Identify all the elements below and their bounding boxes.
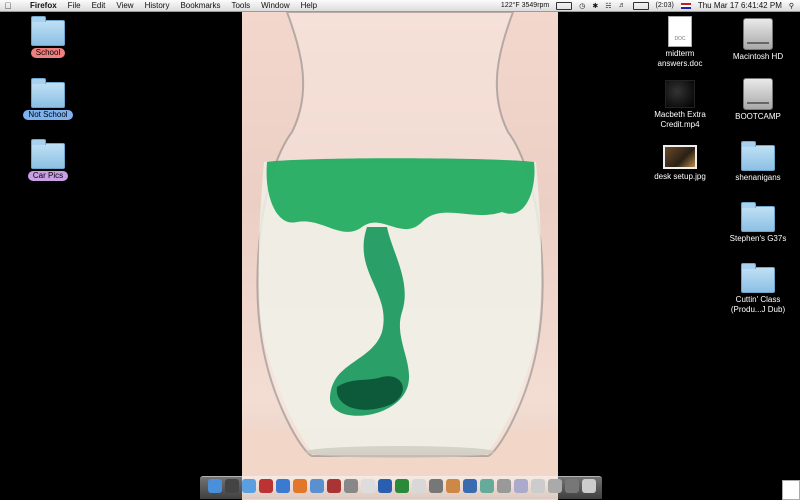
preview-icon[interactable] (344, 479, 358, 493)
document-icon[interactable] (782, 480, 800, 500)
folder-not-school[interactable]: Not School (0, 78, 98, 120)
folder-car-pics[interactable]: Car Pics (0, 139, 98, 181)
system-prefs-icon[interactable] (497, 479, 511, 493)
photo-booth-icon[interactable] (327, 479, 341, 493)
folder-icon (31, 78, 65, 108)
doc-type-text: DOC (674, 36, 686, 42)
doc-icon: DOC (668, 16, 692, 47)
menu-view[interactable]: View (116, 1, 133, 10)
quicktime-icon[interactable] (463, 479, 477, 493)
folder-label: School (30, 48, 66, 58)
folder-cuttin-class[interactable]: Cuttin' Class (Produ...J Dub) (708, 263, 800, 315)
time-machine-icon[interactable]: ◷ (579, 2, 585, 10)
ichat-icon[interactable] (242, 479, 256, 493)
folder-label: Car Pics (27, 171, 69, 181)
temperature-readout[interactable]: 122°F 3549rpm (501, 2, 549, 9)
drive-label: BOOTCAMP (735, 112, 781, 121)
documents-icon[interactable] (531, 479, 545, 493)
desktop-wallpaper (242, 12, 558, 500)
iphoto-icon[interactable] (480, 479, 494, 493)
garageband-icon[interactable] (446, 479, 460, 493)
battery-time[interactable]: (2:03) (656, 2, 674, 9)
folder-icon (741, 141, 775, 171)
safari-icon[interactable] (276, 479, 290, 493)
folder-label: shenanigans (735, 173, 781, 182)
volume-icon[interactable]: ♬ (619, 2, 626, 9)
spotlight-icon[interactable]: ⚲ (789, 2, 794, 10)
folder-label: Not School (23, 110, 73, 120)
drive-label: Macintosh HD (732, 52, 784, 61)
menu-edit[interactable]: Edit (92, 1, 106, 10)
wifi-icon[interactable]: ☵ (605, 2, 611, 10)
menu-history[interactable]: History (145, 1, 170, 10)
trash-icon[interactable] (582, 479, 596, 493)
folder-stephens-g37s[interactable]: Stephen's G37s (708, 202, 800, 244)
photo-icon (663, 145, 697, 169)
itunes-icon[interactable] (310, 479, 324, 493)
display-icon[interactable] (556, 1, 573, 10)
menu-window[interactable]: Window (261, 1, 289, 10)
movie-icon (665, 80, 695, 108)
starcraft-icon[interactable] (429, 479, 443, 493)
drive-macintosh-hd[interactable]: Macintosh HD (708, 18, 800, 62)
menu-extras: 122°F 3549rpm ◷ ✱ ☵ ♬ (2:03) Thu Mar 17 … (501, 0, 794, 11)
ical-icon[interactable] (361, 479, 375, 493)
drive-bootcamp[interactable]: BOOTCAMP (708, 78, 800, 122)
hard-drive-icon (743, 18, 773, 50)
dock (200, 476, 602, 499)
word-icon[interactable] (378, 479, 392, 493)
menu-tools[interactable]: Tools (231, 1, 250, 10)
folder-label: Stephen's G37s (729, 234, 787, 243)
folder-label-line2: (Produ...J Dub) (730, 305, 786, 314)
vase-image (242, 12, 558, 500)
folder-label-line1: Cuttin' Class (735, 295, 781, 304)
folder-school[interactable]: School (0, 16, 98, 58)
pages-icon[interactable] (412, 479, 426, 493)
folder-icon (31, 139, 65, 169)
folder-icon (31, 16, 65, 46)
dashboard-icon[interactable] (225, 479, 239, 493)
bluetooth-icon[interactable]: ✱ (592, 2, 598, 10)
menu-bar:  Firefox File Edit View History Bookmar… (0, 0, 800, 12)
menu-file[interactable]: File (68, 1, 81, 10)
firefox-icon[interactable] (293, 479, 307, 493)
app-menu[interactable]: Firefox (30, 1, 57, 10)
clock[interactable]: Thu Mar 17 6:41:42 PM (698, 1, 782, 10)
folder-shenanigans[interactable]: shenanigans (708, 141, 800, 183)
apple-menu-icon[interactable]:  (0, 1, 16, 11)
excel-icon[interactable] (395, 479, 409, 493)
input-language-icon[interactable] (680, 2, 691, 9)
folder-icon (741, 202, 775, 232)
menu-help[interactable]: Help (301, 1, 317, 10)
finder-icon[interactable] (208, 479, 222, 493)
folder-stack-icon[interactable] (548, 479, 562, 493)
hard-drive-icon (743, 78, 773, 110)
battery-icon[interactable] (632, 1, 649, 10)
downloads-icon[interactable] (514, 479, 528, 493)
address-book-icon[interactable] (259, 479, 273, 493)
menu-bookmarks[interactable]: Bookmarks (180, 1, 220, 10)
network-icon[interactable] (565, 479, 579, 493)
folder-icon (741, 263, 775, 293)
